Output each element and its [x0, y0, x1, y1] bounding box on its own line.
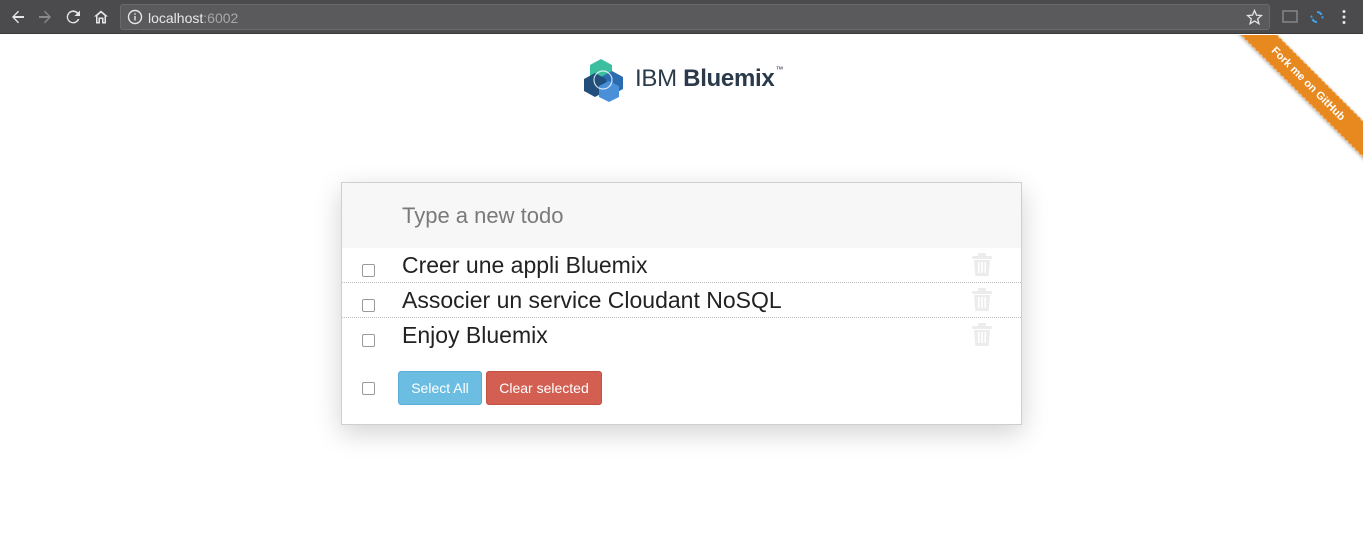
- url-host: localhost: [148, 10, 204, 26]
- reload-icon[interactable]: [62, 6, 84, 28]
- logo-bluemix: Bluemix: [683, 65, 775, 92]
- extension-icon[interactable]: [1307, 7, 1327, 27]
- clear-selected-button[interactable]: Clear selected: [486, 371, 602, 405]
- github-ribbon[interactable]: Fork me on GitHub: [1213, 35, 1363, 185]
- url-port: :6002: [203, 10, 239, 26]
- back-icon[interactable]: [7, 6, 29, 28]
- address-bar[interactable]: localhost:6002: [120, 4, 1270, 30]
- page: IBM Bluemix™ Fork me on GitHub Creer une…: [0, 35, 1363, 533]
- new-todo-input[interactable]: [342, 183, 1021, 248]
- logo-ibm: IBM: [635, 65, 677, 92]
- url-text: localhost:6002: [148, 10, 238, 26]
- todo-checkbox[interactable]: [362, 299, 375, 312]
- todo-label[interactable]: Creer une appli Bluemix: [402, 252, 647, 279]
- todo-label[interactable]: Enjoy Bluemix: [402, 322, 548, 349]
- todo-checkbox[interactable]: [362, 334, 375, 347]
- trash-icon[interactable]: [970, 252, 994, 278]
- bluemix-hexagon-icon: [584, 59, 623, 102]
- todo-item: Creer une appli Bluemix: [342, 248, 1021, 283]
- todo-checkbox[interactable]: [362, 264, 375, 277]
- select-all-button[interactable]: Select All: [398, 371, 482, 405]
- todo-item: Enjoy Bluemix: [342, 318, 1021, 353]
- trash-icon[interactable]: [970, 322, 994, 348]
- logo-wordmark: IBM Bluemix™: [635, 65, 783, 93]
- star-icon[interactable]: [1246, 9, 1263, 26]
- browser-toolbar: localhost:6002: [0, 0, 1363, 34]
- todo-item: Associer un service Cloudant NoSQL: [342, 283, 1021, 318]
- todo-label[interactable]: Associer un service Cloudant NoSQL: [402, 287, 782, 314]
- home-icon[interactable]: [90, 6, 112, 28]
- todo-card: Creer une appli Bluemix Associer un serv…: [341, 182, 1022, 425]
- info-icon[interactable]: [127, 9, 143, 25]
- cast-icon[interactable]: [1280, 7, 1300, 27]
- github-ribbon-band[interactable]: Fork me on GitHub: [1224, 35, 1363, 168]
- bluemix-logo: IBM Bluemix™: [581, 55, 783, 103]
- select-all-checkbox[interactable]: [362, 382, 375, 395]
- github-ribbon-label[interactable]: Fork me on GitHub: [1269, 45, 1347, 123]
- logo-tm: ™: [775, 65, 784, 74]
- trash-icon[interactable]: [970, 287, 994, 313]
- menu-icon[interactable]: [1334, 7, 1354, 27]
- forward-icon[interactable]: [34, 6, 56, 28]
